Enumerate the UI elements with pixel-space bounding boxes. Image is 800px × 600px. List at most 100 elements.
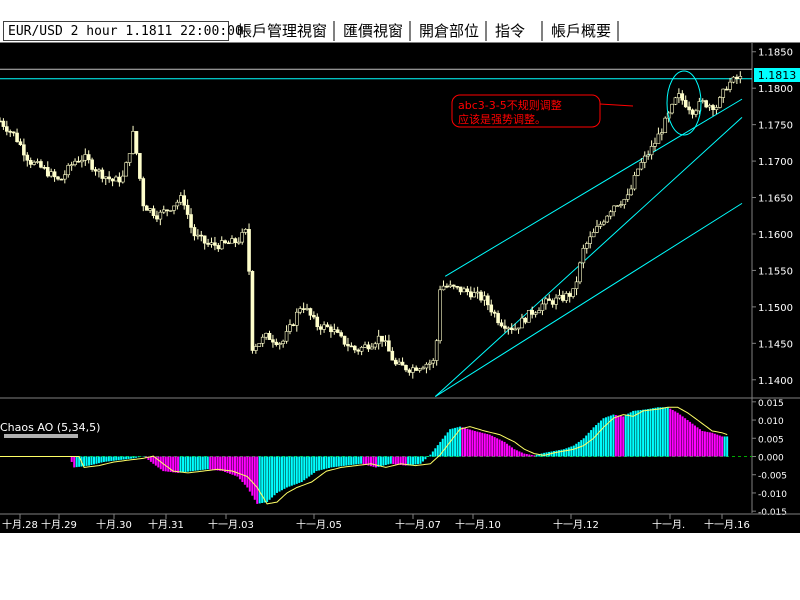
ao-panel: Chaos AO (5,34,5) 0.015 0.010 0.005 0.000 -0… <box>0 399 787 518</box>
candle-body <box>458 286 463 293</box>
candle-body <box>165 209 169 212</box>
candle-body <box>32 161 36 165</box>
annotation-line-1: abc3-3-5不规则调整 <box>458 98 562 112</box>
candle-body <box>513 328 517 331</box>
candle-body <box>151 208 156 216</box>
candle-body <box>591 232 596 238</box>
ao-tick-label: -0.015 <box>758 508 787 518</box>
candle-body <box>564 293 569 301</box>
candle-body <box>202 235 207 244</box>
candle-body <box>735 76 739 80</box>
candle-body <box>281 340 285 344</box>
candle-body <box>434 340 439 361</box>
candle-body <box>11 131 16 134</box>
candle-body <box>428 362 432 365</box>
candle-body <box>284 331 289 342</box>
annotation-line-2: 应该是强势调整。 <box>458 112 546 126</box>
candle-body <box>677 93 681 99</box>
tab-quote-window[interactable]: 匯價視窗 <box>339 21 411 41</box>
candle-body <box>482 295 487 301</box>
candle-body <box>56 176 60 180</box>
candle-body <box>622 199 627 205</box>
candle-body <box>25 154 30 161</box>
date-axis: 十月.28 十月.29 十月.30 十月.31 十一月.03 十一月.05 十一月.07 十一… <box>0 513 800 531</box>
candle-body <box>574 281 579 290</box>
last-price-tag: 1.1813 <box>754 68 800 82</box>
candle-body <box>100 169 105 179</box>
candle-body <box>35 161 40 163</box>
candle-body <box>52 171 57 178</box>
ao-tick-label: 0.005 <box>758 435 784 445</box>
candle-body <box>673 97 678 105</box>
tab-account-management[interactable]: 帳戶管理視窗 <box>233 21 335 41</box>
candle-body <box>182 195 187 206</box>
candle-body <box>598 223 603 227</box>
candle-body <box>550 300 555 305</box>
candle-body <box>414 367 419 371</box>
candle-body <box>315 316 320 328</box>
candle-body <box>15 132 19 143</box>
candle-body <box>653 143 657 147</box>
candle-body <box>465 288 470 293</box>
chart-area[interactable]: 1.1850 1.1800 1.1750 1.1700 1.1650 1.1600 1.15… <box>0 43 800 533</box>
candle-body <box>277 343 282 345</box>
candle-body <box>724 88 729 91</box>
candle-body <box>161 209 166 213</box>
ao-tick-label: 0.015 <box>758 399 784 409</box>
chart-canvas[interactable]: 1.1850 1.1800 1.1750 1.1700 1.1650 1.1600 1.15… <box>0 43 800 533</box>
candle-body <box>8 131 13 133</box>
tab-open-positions[interactable]: 開倉部位 <box>415 21 487 41</box>
candle-body <box>90 159 94 170</box>
candle-body <box>117 176 122 183</box>
candle-body <box>318 326 323 330</box>
candle-body <box>373 343 378 348</box>
ao-tick-label: 0.000 <box>758 454 784 464</box>
candle-body <box>537 310 541 314</box>
candle-body <box>486 295 490 306</box>
candle-body <box>557 294 562 299</box>
candle-body <box>612 205 616 213</box>
candle-body <box>366 344 371 350</box>
candle-body <box>438 289 442 342</box>
price-tick-label: 1.1500 <box>758 303 793 314</box>
candle-body <box>223 240 227 244</box>
candle-body <box>301 308 306 310</box>
candle-body <box>254 346 258 351</box>
candle-body <box>243 229 248 233</box>
candle-body <box>489 304 494 313</box>
ao-tick-label: -0.010 <box>758 490 787 500</box>
candle-body <box>509 327 514 330</box>
candle-body <box>629 188 633 196</box>
date-tick-label: 十一月.05 <box>296 518 342 531</box>
candle-body <box>172 205 176 211</box>
date-tick-label: 十一月.07 <box>395 518 441 531</box>
candle-body <box>5 126 9 132</box>
candle-body <box>73 160 77 165</box>
candle-body <box>410 367 415 373</box>
candle-body <box>18 141 23 146</box>
candle-body <box>694 110 698 115</box>
candle-body <box>80 159 84 163</box>
candle-body <box>475 291 480 294</box>
candle-body <box>335 329 340 333</box>
tab-eurusd-chart[interactable]: EUR/USD 2 hour 1.1811 22:00:00 <box>3 21 243 41</box>
candle-body <box>451 284 456 287</box>
price-tick-label: 1.1650 <box>758 194 793 205</box>
candle-body <box>114 176 118 182</box>
candle-body <box>533 312 538 315</box>
candle-body <box>649 146 654 156</box>
candle-body <box>342 335 347 345</box>
candle-body <box>619 204 623 206</box>
tab-orders[interactable]: 指令 <box>491 21 543 41</box>
candle-body <box>421 367 425 370</box>
candle-body <box>271 339 275 343</box>
candle-body <box>523 317 528 323</box>
candle-body <box>107 176 111 180</box>
candle-body <box>602 221 606 225</box>
candle-body <box>363 344 367 348</box>
candle-body <box>387 340 391 352</box>
candle-body <box>578 262 582 283</box>
tab-account-summary[interactable]: 帳戶概要 <box>547 21 619 41</box>
candle-body <box>352 345 357 351</box>
candle-body <box>226 242 231 245</box>
